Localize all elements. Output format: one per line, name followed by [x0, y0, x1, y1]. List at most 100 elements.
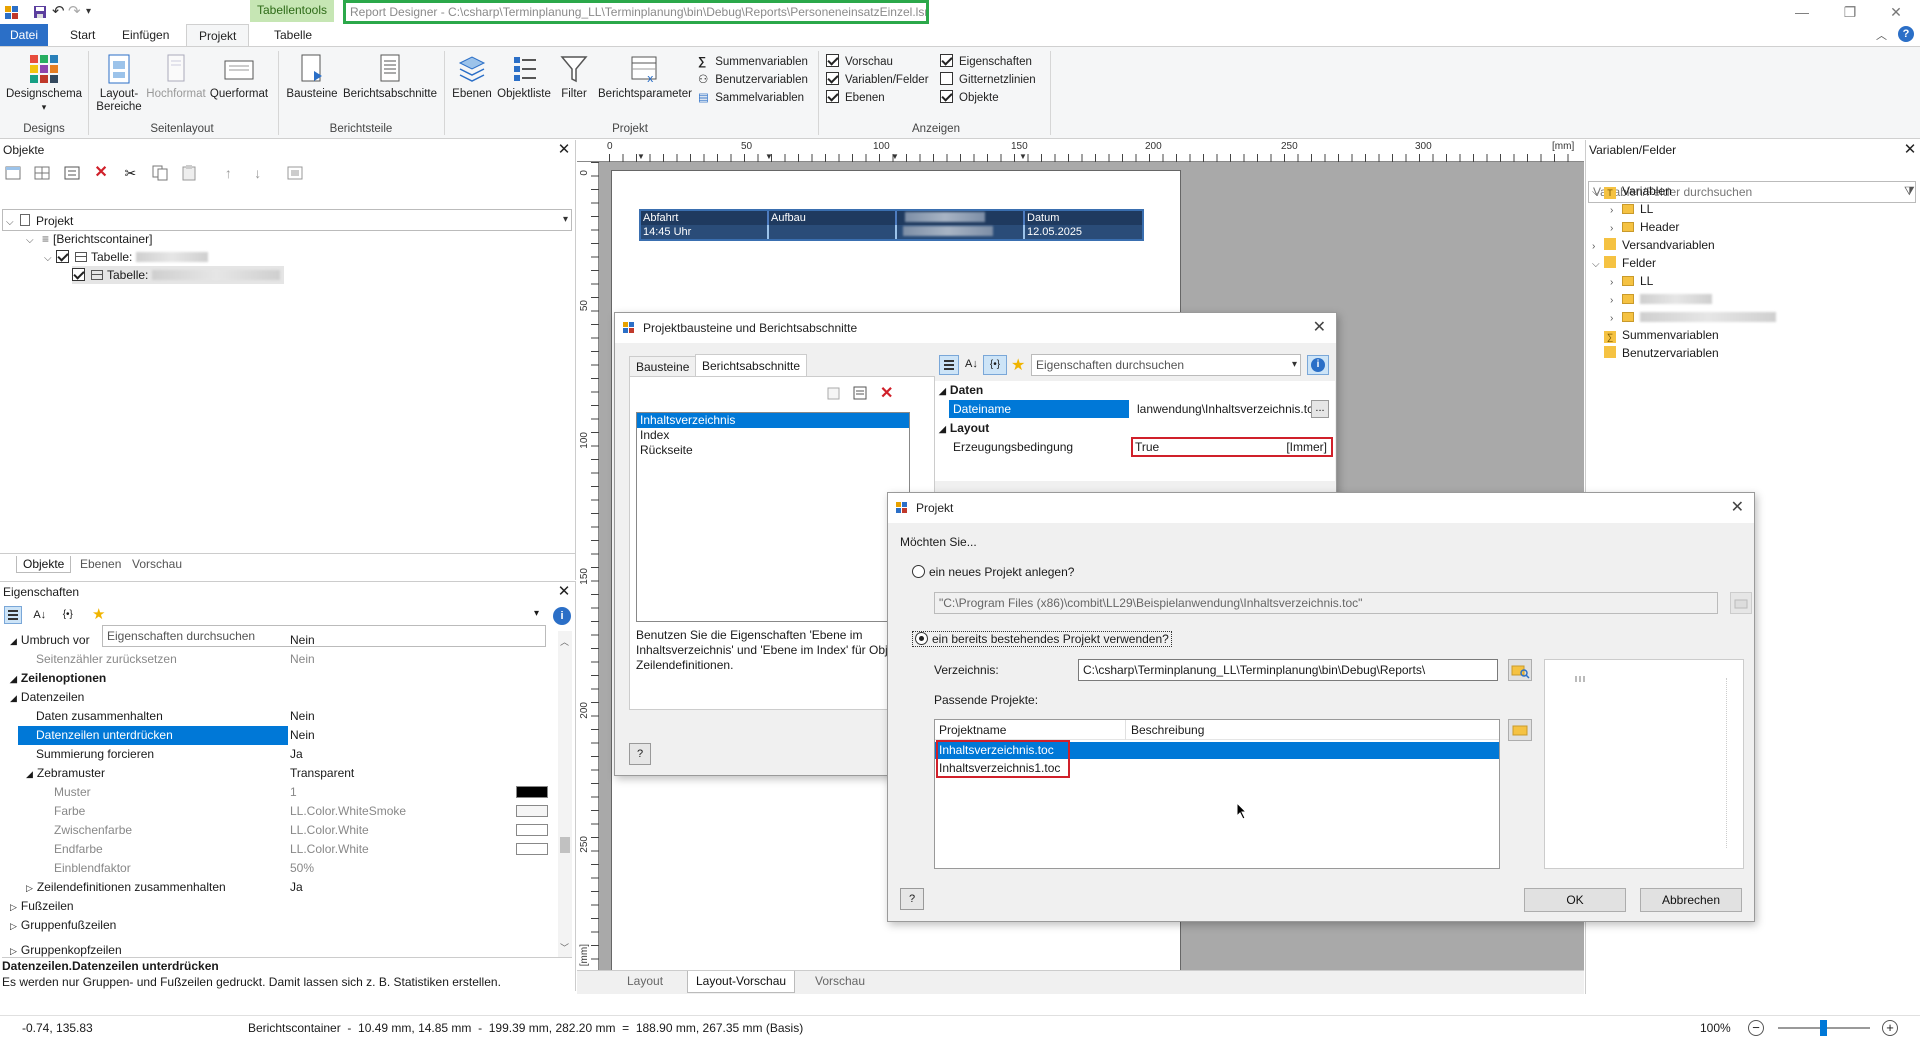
prop-row-selected[interactable]: Datenzeilen unterdrücken Nein — [0, 726, 560, 745]
checkbox-icon[interactable] — [56, 250, 69, 263]
categorized-icon[interactable] — [939, 355, 959, 375]
tree-node-benutzervariablen[interactable]: Benutzervariablen — [1604, 346, 1719, 364]
tab-berichtsabschnitte[interactable]: Berichtsabschnitte — [695, 354, 808, 376]
group-icon[interactable] — [286, 164, 304, 182]
prop-row[interactable]: Endfarbe LL.Color.White — [0, 840, 560, 859]
tab-objekte[interactable]: Objekte — [16, 556, 72, 573]
section-header[interactable]: ◢ Daten — [935, 381, 983, 400]
prop-row[interactable]: ▷ Zeilendefinitionen zusammenhalten Ja — [0, 878, 560, 897]
ok-button[interactable]: OK — [1524, 888, 1626, 912]
prop-key-selected[interactable]: Dateiname — [949, 400, 1129, 418]
section-header[interactable]: ◢ Layout — [935, 419, 989, 438]
checkbox-icon[interactable] — [72, 268, 85, 281]
prop-key[interactable]: Erzeugungsbedingung — [949, 438, 1129, 456]
directory-field[interactable]: C:\csharp\Terminplanung_LL\Terminplanung… — [1078, 659, 1498, 681]
move-down-icon[interactable]: ↓ — [249, 164, 267, 182]
column-divider[interactable] — [1125, 720, 1126, 740]
sort-az-icon[interactable]: A↓ — [965, 358, 978, 370]
projects-list[interactable]: Projektname Beschreibung Inhaltsverzeich… — [934, 719, 1500, 869]
tree-node-tabelle[interactable]: ⌵ Tabelle: — [44, 248, 208, 266]
chevron-down-icon[interactable]: ﹀ — [560, 941, 569, 954]
chevron-up-icon[interactable]: ︿ — [560, 635, 569, 648]
cancel-button[interactable]: Abbrechen — [1640, 888, 1742, 912]
tab-vorschau-main[interactable]: Vorschau — [815, 974, 865, 988]
close-icon[interactable]: ✕ — [556, 584, 572, 600]
filter-button[interactable]: Filter — [554, 53, 594, 101]
tree-node-header[interactable]: › Header — [1610, 220, 1679, 238]
properties-search-input[interactable]: Eigenschaften durchsuchen ▾ — [1031, 354, 1301, 376]
ebenen-button[interactable]: Ebenen — [450, 53, 494, 101]
querformat-button[interactable]: Querformat — [208, 53, 270, 101]
tree-node-redacted[interactable]: › — [1610, 292, 1712, 310]
gitternetzlinien-checkbox[interactable]: Gitternetzlinien — [940, 71, 1036, 89]
close-icon[interactable]: ✕ — [1731, 493, 1744, 523]
color-swatch[interactable] — [516, 843, 548, 855]
tab-vorschau[interactable]: Vorschau — [126, 556, 188, 573]
help-button[interactable]: ? — [629, 743, 651, 765]
formula-icon[interactable]: {•} — [63, 606, 81, 624]
prop-row[interactable]: Seitenzähler zurücksetzen Nein — [0, 650, 560, 669]
list-item[interactable]: Rückseite — [637, 443, 909, 458]
redo-icon[interactable]: ↷ — [68, 4, 84, 20]
summenvariablen-button[interactable]: ∑ Summenvariablen — [698, 53, 808, 71]
sammelvariablen-button[interactable]: ▤ Sammelvariablen — [698, 89, 808, 107]
prop-row[interactable]: ◢ Umbruch vor Nein — [0, 631, 560, 650]
new-section-icon[interactable] — [826, 385, 842, 401]
berichtsabschnitte-button[interactable]: Berichtsabschnitte — [342, 53, 438, 101]
vorschau-checkbox[interactable]: Vorschau — [826, 53, 929, 71]
tab-projekt[interactable]: Projekt — [186, 24, 250, 46]
scrollbar-thumb[interactable] — [560, 837, 570, 853]
tab-tabelle[interactable]: Tabelle — [262, 24, 324, 46]
properties-icon[interactable] — [63, 164, 81, 182]
prop-row[interactable]: ▷ Gruppenfußzeilen — [0, 916, 560, 935]
new-project-path-field[interactable]: "C:\Program Files (x86)\combit\LL29\Beis… — [934, 592, 1718, 614]
tree-node-tabelle-nested[interactable]: Tabelle: — [72, 266, 284, 284]
bausteine-button[interactable]: Bausteine — [284, 53, 340, 101]
favorite-star-icon[interactable]: ★ — [1011, 355, 1025, 375]
delete-icon[interactable]: ✕ — [880, 383, 893, 403]
radio-new-project[interactable]: ein neues Projekt anlegen? — [912, 565, 1074, 579]
customize-quickaccess-icon[interactable]: ▾ — [86, 4, 102, 20]
prop-row[interactable]: Farbe LL.Color.WhiteSmoke — [0, 802, 560, 821]
objekte-checkbox[interactable]: Objekte — [940, 89, 1036, 107]
prop-row[interactable]: Summierung forcieren Ja — [0, 745, 560, 764]
sections-list[interactable]: Inhaltsverzeichnis Index Rückseite — [636, 412, 910, 622]
prop-row[interactable]: ◢ Zebramuster Transparent — [0, 764, 560, 783]
close-icon[interactable]: ✕ — [1902, 142, 1918, 158]
tree-node-redacted[interactable]: › — [1610, 310, 1776, 328]
undo-icon[interactable]: ↶ — [52, 4, 68, 20]
browse-button[interactable]: ... — [1311, 400, 1329, 418]
tab-layout[interactable]: Layout — [627, 974, 663, 988]
close-window-button[interactable]: ✕ — [1876, 2, 1916, 22]
layout-bereiche-button[interactable]: Layout- Bereiche — [94, 53, 144, 114]
color-swatch[interactable] — [516, 805, 548, 817]
tree-node-ll[interactable]: › LL — [1610, 202, 1653, 220]
prop-row[interactable]: ◢ Zeilenoptionen — [0, 669, 560, 688]
minimize-button[interactable]: — — [1782, 2, 1822, 22]
info-button[interactable]: i — [1307, 355, 1329, 375]
prop-row[interactable]: Zwischenfarbe LL.Color.White — [0, 821, 560, 840]
close-icon[interactable]: ✕ — [556, 142, 572, 158]
tab-bausteine[interactable]: Bausteine — [629, 356, 697, 376]
tree-node-felder-ll[interactable]: › LL — [1610, 274, 1653, 292]
color-swatch[interactable] — [516, 824, 548, 836]
column-header-beschreibung[interactable]: Beschreibung — [1131, 720, 1204, 740]
eigenschaften-checkbox[interactable]: Eigenschaften — [940, 53, 1036, 71]
tree-node-summenvariablen[interactable]: ∑ Summenvariablen — [1604, 328, 1719, 346]
favorite-star-icon[interactable]: ★ — [92, 606, 110, 624]
list-item[interactable]: Index — [637, 428, 909, 443]
tree-node-versandvariablen[interactable]: › Versandvariablen — [1592, 238, 1715, 256]
collapse-ribbon-icon[interactable]: ︿ — [1876, 27, 1887, 43]
properties-scrollbar[interactable]: ︿ ﹀ — [558, 631, 572, 957]
close-icon[interactable]: ✕ — [1313, 313, 1326, 343]
sort-az-icon[interactable]: A↓ — [33, 606, 51, 624]
categorized-icon[interactable] — [4, 606, 22, 624]
report-table[interactable]: Abfahrt Aufbau Datum 14:45 Uhr 12.05.202… — [639, 209, 1144, 241]
prop-value[interactable]: lanwendung\Inhaltsverzeichnis.tc — [1135, 400, 1311, 418]
edit-section-icon[interactable] — [852, 385, 868, 401]
tab-ebenen[interactable]: Ebenen — [74, 556, 127, 573]
info-icon[interactable]: i — [553, 607, 571, 625]
tab-layout-vorschau[interactable]: Layout-Vorschau — [687, 971, 796, 993]
hochformat-button[interactable]: Hochformat — [146, 53, 206, 101]
prop-row[interactable]: Daten zusammenhalten Nein — [0, 707, 560, 726]
